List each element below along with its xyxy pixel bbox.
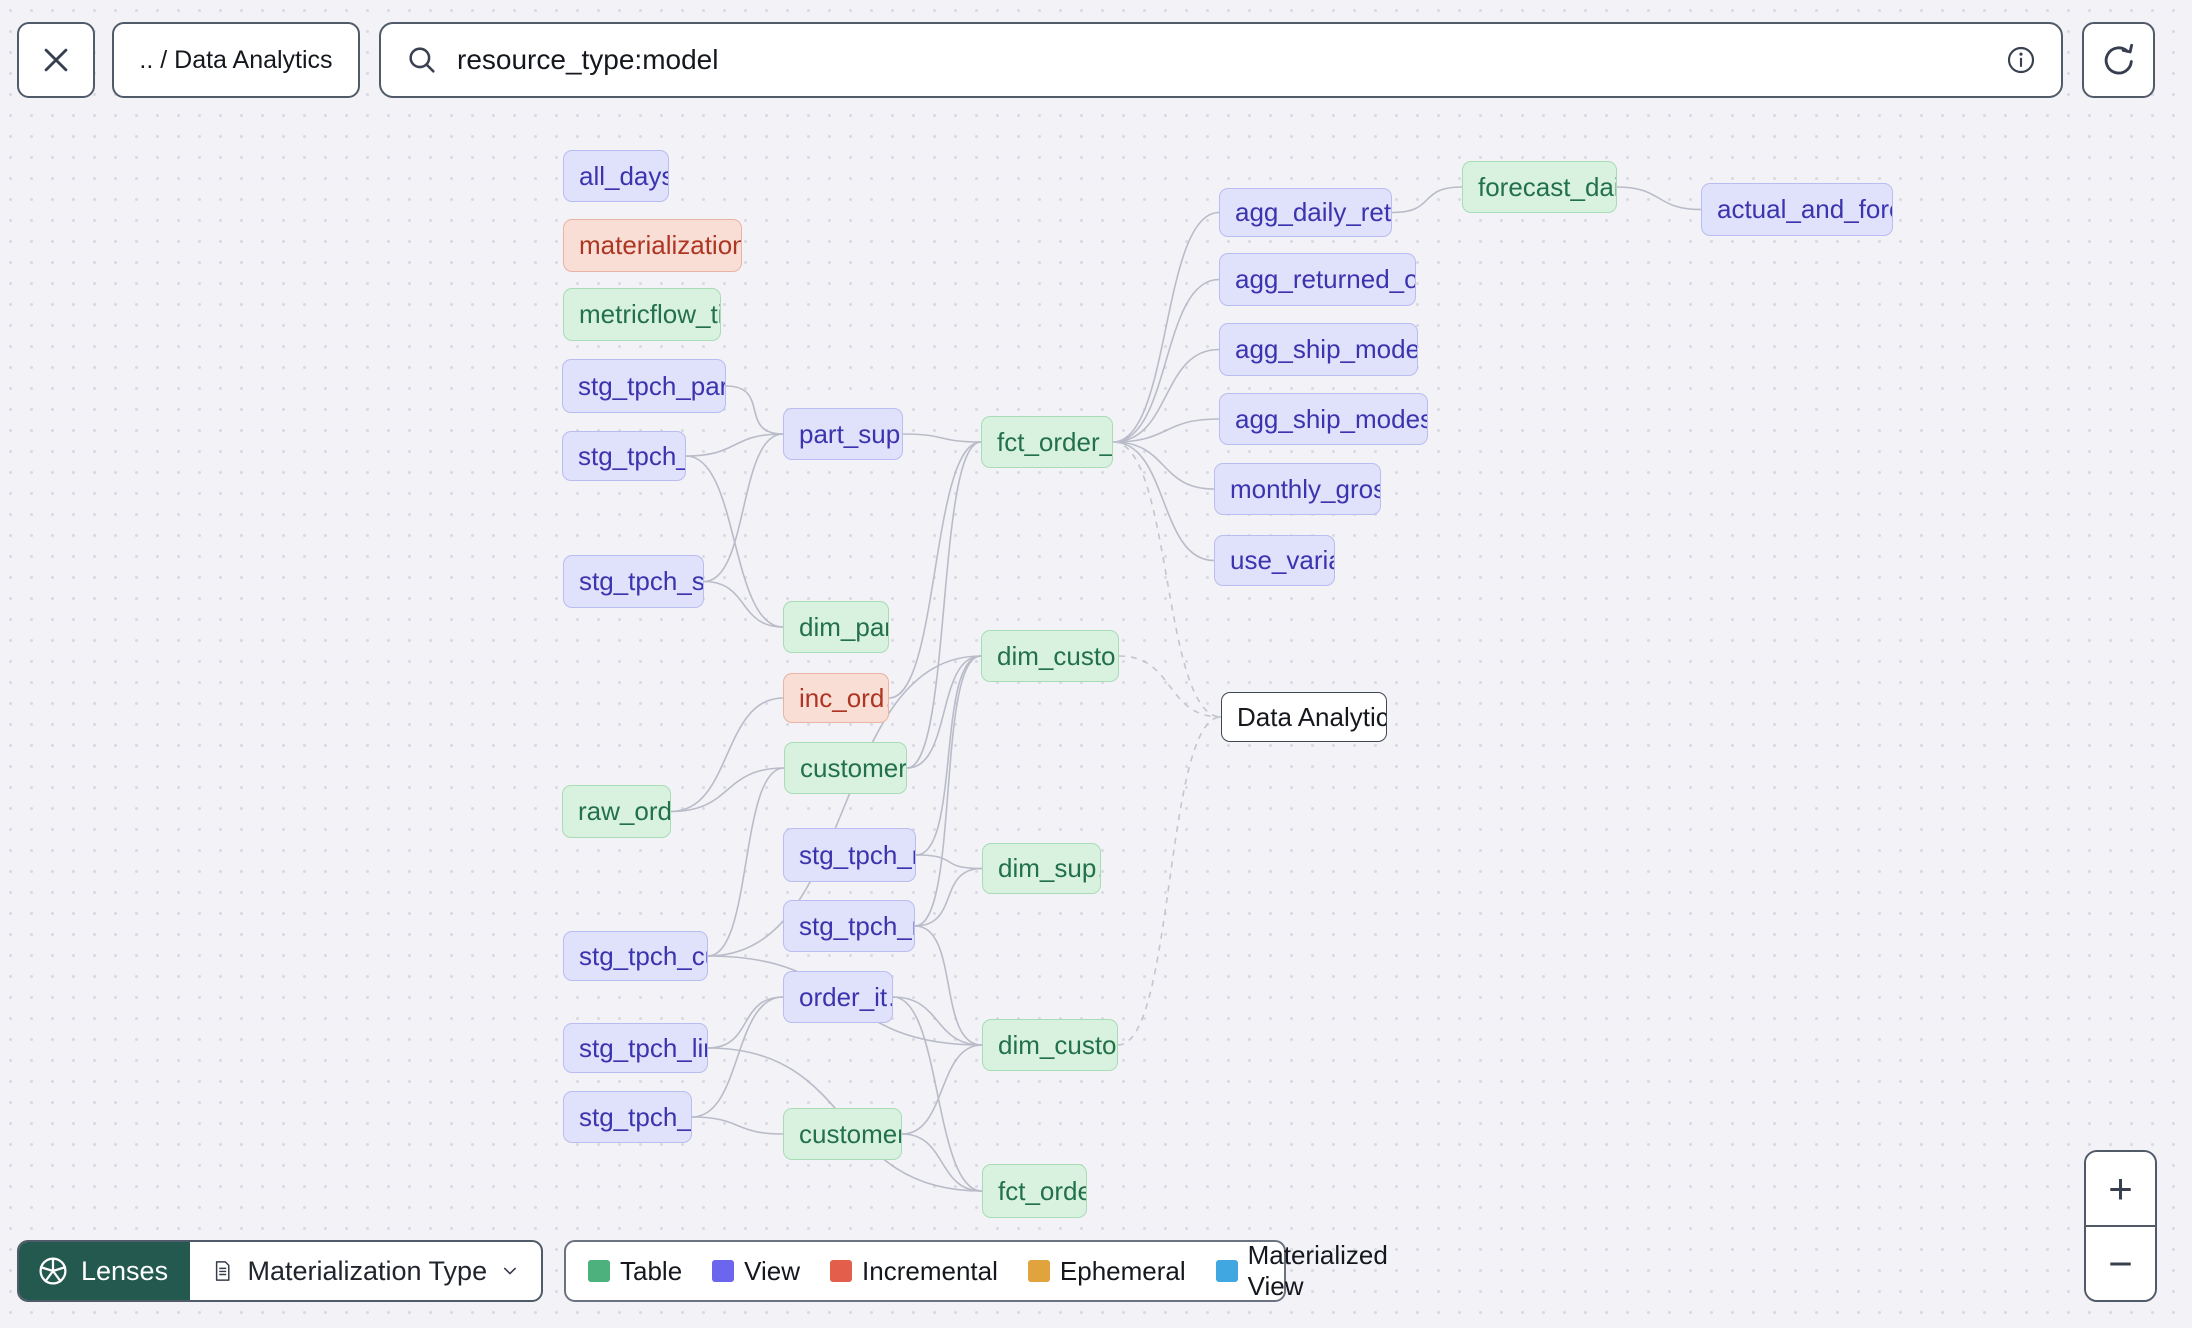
graph-node-agg_ship_modes_ha[interactable]: agg_ship_modes_ha… bbox=[1219, 393, 1428, 445]
graph-edge-stg_tpch_a-to-part_sup bbox=[685, 433, 784, 457]
legend-item-view: View bbox=[712, 1256, 800, 1287]
graph-node-metricflow_ti[interactable]: metricflow_ti… bbox=[563, 288, 721, 341]
graph-node-actual_and_foreca[interactable]: actual_and_foreca… bbox=[1701, 183, 1893, 236]
graph-node-dim_sup[interactable]: dim_sup… bbox=[982, 843, 1101, 894]
graph-node-order_it[interactable]: order_it… bbox=[783, 971, 893, 1023]
legend-item-incremental: Incremental bbox=[830, 1256, 998, 1287]
graph-node-stg_tpch_a[interactable]: stg_tpch_… bbox=[562, 431, 686, 481]
graph-edge-stg_tpch_n-to-dim_sup bbox=[914, 867, 983, 927]
legend-item-ephemeral: Ephemeral bbox=[1027, 1255, 1186, 1287]
graph-edge-forecast_daily-to-actual_and_foreca bbox=[1616, 186, 1702, 211]
graph-edge-fct_order_i-to-use_varia bbox=[1112, 441, 1215, 562]
legend-label: Table bbox=[620, 1255, 683, 1286]
graph-edge-dim_custo_low-to-data_analytics bbox=[1117, 716, 1222, 1046]
graph-edge-fct_order_i-to-data_analytics bbox=[1112, 441, 1222, 718]
graph-edge-stg_tpch_su-to-dim_parts bbox=[703, 580, 784, 628]
graph-edge-order_it-to-dim_custo_low bbox=[892, 996, 983, 1046]
zoom-out-button[interactable]: − bbox=[2086, 1227, 2155, 1300]
graph-edge-raw_ord-to-inc_ord bbox=[670, 697, 784, 813]
graph-node-agg_returned_orde[interactable]: agg_returned_orde… bbox=[1219, 253, 1416, 306]
graph-node-part_sup[interactable]: part_sup… bbox=[783, 408, 903, 460]
graph-edge-agg_daily_retur-to-forecast_daily bbox=[1391, 186, 1463, 214]
graph-node-monthly_gross[interactable]: monthly_gross… bbox=[1214, 463, 1381, 515]
chevron-down-icon bbox=[504, 1267, 517, 1275]
legend-swatch bbox=[1027, 1260, 1050, 1282]
aperture-icon bbox=[39, 1257, 67, 1285]
legend-label: Ephemeral bbox=[1059, 1255, 1186, 1286]
graph-edge-customer_b-to-fct_orders bbox=[901, 1133, 983, 1192]
graph-edge-stg_tpch_su-to-part_sup bbox=[703, 433, 784, 583]
graph-node-data_analytics[interactable]: Data Analytics | … bbox=[1221, 692, 1387, 742]
legend: Table View Incremental Ephemeral Materialize… bbox=[564, 1240, 1388, 1302]
document-icon bbox=[215, 1261, 230, 1281]
search-icon bbox=[409, 47, 435, 73]
graph-node-stg_tpch_n[interactable]: stg_tpch_n… bbox=[783, 900, 915, 952]
graph-node-agg_daily_retur[interactable]: agg_daily_retur… bbox=[1219, 188, 1392, 237]
breadcrumb[interactable]: .. / Data Analytics bbox=[112, 22, 360, 98]
graph-node-use_varia[interactable]: use_varia… bbox=[1214, 535, 1335, 586]
legend-swatch bbox=[712, 1260, 735, 1282]
graph-edge-stg_tpch_b-to-customer_b bbox=[691, 1116, 784, 1135]
graph-node-stg_tpch_cu[interactable]: stg_tpch_cu… bbox=[563, 931, 708, 981]
graph-node-dim_parts[interactable]: dim_parts bbox=[783, 601, 889, 653]
graph-node-dim_custo_low[interactable]: dim_custo… bbox=[982, 1019, 1118, 1071]
graph-node-stg_tpch_r[interactable]: stg_tpch_r… bbox=[783, 828, 916, 882]
legend-swatch bbox=[588, 1260, 610, 1282]
graph-edge-order_it-to-fct_orders bbox=[892, 996, 983, 1192]
graph-node-customer_b[interactable]: customer… bbox=[783, 1108, 902, 1160]
zoom-in-button[interactable]: + bbox=[2086, 1152, 2155, 1225]
graph-edge-fct_order_i-to-agg_returned_orde bbox=[1112, 278, 1220, 443]
graph-node-raw_ord[interactable]: raw_ord… bbox=[562, 785, 671, 838]
graph-node-all_days[interactable]: all_days bbox=[563, 150, 669, 202]
graph-edge-stg_tpch_n-to-dim_custo_low bbox=[914, 925, 983, 1046]
graph-edge-dim_custo_up-to-data_analytics bbox=[1118, 655, 1222, 718]
breadcrumb-label: .. / Data Analytics bbox=[139, 45, 333, 74]
legend-swatch bbox=[830, 1260, 853, 1282]
graph-node-inc_ord[interactable]: inc_ord… bbox=[783, 673, 889, 723]
graph-node-stg_tpch_su[interactable]: stg_tpch_su… bbox=[563, 555, 704, 608]
graph-node-stg_tpch_b[interactable]: stg_tpch_… bbox=[563, 1091, 692, 1143]
close-icon bbox=[44, 48, 68, 72]
refresh-icon bbox=[2104, 43, 2133, 75]
graph-node-fct_order_i[interactable]: fct_order_i… bbox=[981, 416, 1113, 468]
graph-node-stg_tpch_part[interactable]: stg_tpch_part_… bbox=[562, 359, 726, 413]
graph-edge-stg_tpch_lin-to-order_it bbox=[707, 996, 784, 1049]
graph-edge-stg_tpch_part-to-part_sup bbox=[725, 385, 784, 435]
graph-node-dim_custo_up[interactable]: dim_custo… bbox=[981, 630, 1119, 682]
graph-node-agg_ship_modes_d[interactable]: agg_ship_modes_d… bbox=[1219, 323, 1418, 376]
legend-item-table: Table bbox=[588, 1256, 682, 1287]
graph-edge-stg_tpch_r-to-dim_sup bbox=[915, 854, 983, 870]
graph-node-customer_a[interactable]: customer… bbox=[784, 742, 907, 794]
search-input[interactable]: resource_type:model bbox=[457, 44, 1987, 76]
legend-label: Materialized View bbox=[1247, 1240, 1388, 1301]
graph-edge-fct_order_i-to-agg_daily_retur bbox=[1112, 211, 1220, 443]
graph-edge-part_sup-to-fct_order_i bbox=[902, 433, 982, 443]
graph-edge-stg_tpch_r-to-dim_custo_up bbox=[915, 655, 982, 856]
graph-node-materialization_i[interactable]: materialization_i… bbox=[563, 219, 742, 272]
legend-label: Incremental bbox=[862, 1255, 998, 1286]
graph-edge-raw_ord-to-customer_a bbox=[670, 767, 785, 813]
lenses-button-label: Lenses bbox=[81, 1255, 169, 1286]
lens-selector[interactable]: Materialization Type bbox=[190, 1242, 541, 1300]
graph-node-stg_tpch_lin[interactable]: stg_tpch_lin… bbox=[563, 1023, 708, 1073]
lenses-control: Lenses Materialization Type bbox=[17, 1240, 543, 1302]
legend-swatch bbox=[1215, 1260, 1238, 1282]
search-bar[interactable]: resource_type:model bbox=[379, 22, 2063, 98]
graph-node-forecast_daily[interactable]: forecast_daily… bbox=[1462, 161, 1617, 213]
close-button[interactable] bbox=[17, 22, 95, 98]
zoom-controls: + − bbox=[2084, 1150, 2157, 1302]
legend-label: View bbox=[744, 1255, 801, 1286]
graph-edge-customer_a-to-dim_custo_up bbox=[906, 655, 982, 769]
graph-node-fct_orders[interactable]: fct_orders bbox=[982, 1164, 1087, 1218]
graph-edge-customer_a-to-fct_order_i bbox=[906, 441, 982, 769]
lenses-button[interactable]: Lenses bbox=[19, 1242, 191, 1300]
info-icon[interactable] bbox=[2005, 44, 2037, 76]
top-toolbar: .. / Data Analytics resource_type:model bbox=[0, 0, 2192, 120]
graph-edge-customer_b-to-dim_custo_low bbox=[901, 1044, 983, 1135]
legend-item-materialized-view: Materialized View bbox=[1215, 1240, 1388, 1302]
lens-selected-label: Materialization Type bbox=[247, 1255, 488, 1286]
refresh-button[interactable] bbox=[2082, 22, 2155, 98]
